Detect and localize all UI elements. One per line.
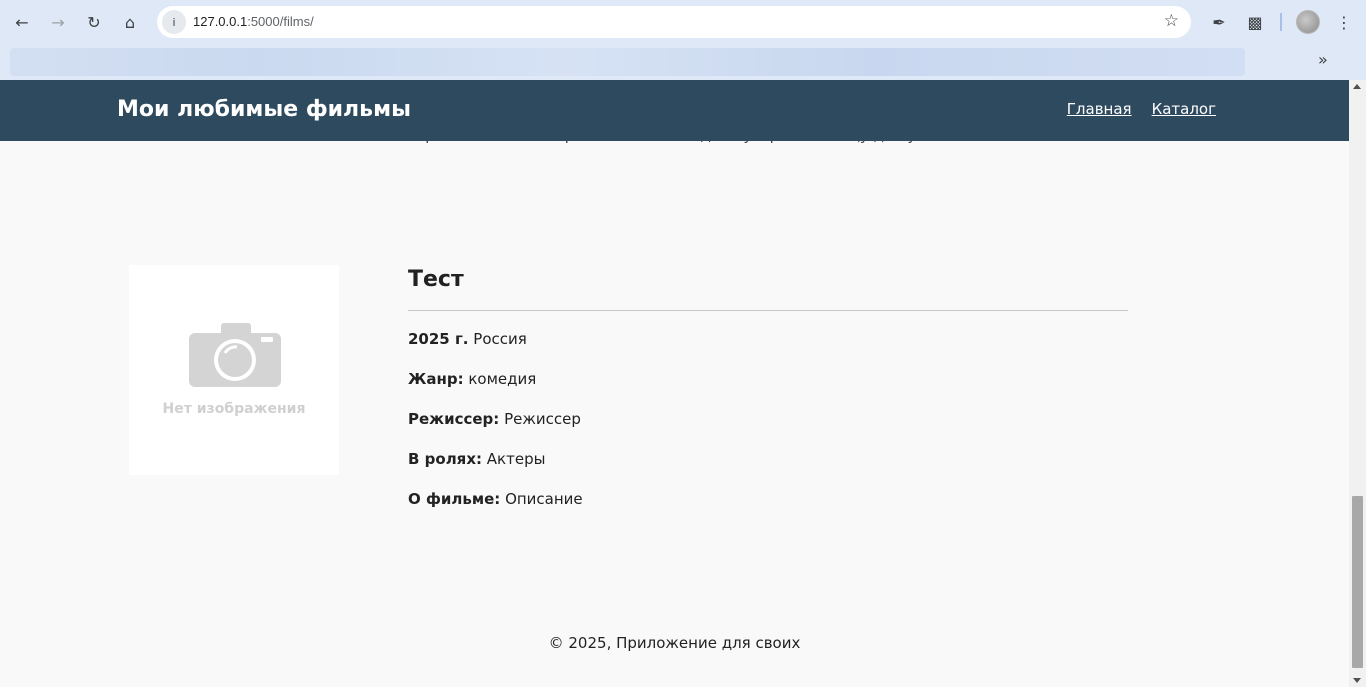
forward-icon[interactable]: → — [44, 8, 72, 36]
bookmarks-overflow-icon[interactable]: » — [1318, 50, 1328, 69]
nav-link-home[interactable]: Главная — [1067, 100, 1132, 118]
country-value: Россия — [473, 330, 527, 348]
cast-value: Актеры — [486, 450, 546, 468]
genre-label: Жанр: — [408, 370, 464, 388]
home-icon[interactable]: ⌂ — [116, 8, 144, 36]
page-scrollbar[interactable] — [1349, 80, 1366, 687]
site-info-icon[interactable]: i — [162, 10, 186, 34]
address-bar[interactable]: i 127.0.0.1:5000/films/ ☆ — [157, 6, 1191, 38]
url-text[interactable]: 127.0.0.1:5000/films/ — [193, 14, 314, 29]
camera-icon — [189, 323, 281, 387]
profile-avatar[interactable] — [1296, 10, 1320, 34]
film-director: Режиссер: Режиссер — [408, 410, 581, 428]
film-genre: Жанр: комедия — [408, 370, 536, 388]
about-value: Описание — [505, 490, 583, 508]
site-nav: Главная Каталог — [1067, 100, 1216, 118]
film-about: О фильме: Описание — [408, 490, 583, 508]
genre-value: комедия — [468, 370, 537, 388]
eyedropper-icon[interactable]: ✒ — [1205, 8, 1233, 36]
year-label: 2025 г. — [408, 330, 469, 348]
browser-toolbar: ← → ↻ ⌂ i 127.0.0.1:5000/films/ ☆ ✒ ▩ ⋮ — [0, 0, 1366, 44]
director-label: Режиссер: — [408, 410, 500, 428]
toolbar-divider — [1280, 13, 1282, 31]
film-cast: В ролях: Актеры — [408, 450, 545, 468]
reload-icon[interactable]: ↻ — [80, 8, 108, 36]
menu-kebab-icon[interactable]: ⋮ — [1330, 8, 1358, 36]
footer-copyright: © 2025, Приложение для своих — [548, 634, 801, 652]
scroll-down-icon[interactable] — [1353, 678, 1361, 683]
scroll-up-icon[interactable] — [1353, 84, 1361, 89]
nav-link-catalog[interactable]: Каталог — [1152, 100, 1216, 118]
no-image-label: Нет изображения — [162, 401, 306, 417]
film-title: Тест — [408, 267, 464, 292]
director-value: Режиссер — [504, 410, 581, 428]
site-header: Мои любимые фильмы Главная Каталог — [0, 80, 1349, 141]
about-label: О фильме: — [408, 490, 501, 508]
site-title[interactable]: Мои любимые фильмы — [117, 97, 411, 122]
page-viewport: скрытые мотивы персонажей и ненадежную р… — [0, 80, 1349, 687]
bookmark-star-icon[interactable]: ☆ — [1164, 11, 1179, 31]
scrollbar-thumb[interactable] — [1352, 496, 1363, 668]
film-year-country: 2025 г. Россия — [408, 330, 527, 348]
bookmarks-bar: » — [0, 44, 1366, 80]
extensions-icon[interactable]: ▩ — [1241, 8, 1269, 36]
film-poster: Нет изображения — [129, 265, 339, 475]
back-icon[interactable]: ← — [8, 8, 36, 36]
bookmarks-blurred — [10, 48, 1245, 76]
title-divider — [408, 310, 1128, 311]
cast-label: В ролях: — [408, 450, 482, 468]
